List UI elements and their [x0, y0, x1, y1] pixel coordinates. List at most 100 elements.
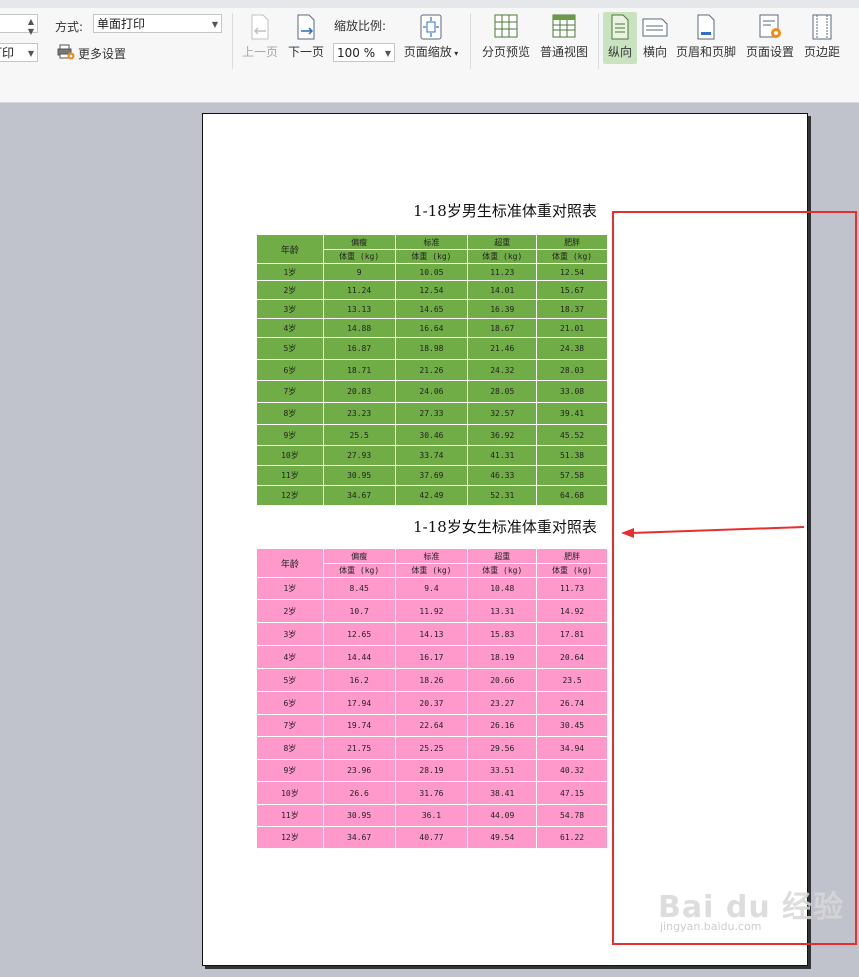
page-break-preview-button[interactable]: 分页预览: [478, 14, 534, 60]
table-row: 2岁 10.7 11.92 13.31 14.92: [256, 599, 608, 623]
weight-cell: 47.15: [536, 781, 608, 805]
weight-cell: 51.38: [536, 445, 608, 466]
unit-header-cell: 体重 (kg): [536, 249, 608, 264]
page-setup-label: 页面设置: [745, 45, 794, 59]
table-row: 11岁 30.95 37.69 46.33 57.58: [256, 465, 608, 486]
weight-cell: 32.57: [467, 402, 538, 425]
print-mode-select[interactable]: 单面打印 ▼: [93, 14, 222, 33]
unit-header-cell: 体重 (kg): [467, 249, 538, 264]
weight-cell: 34.67: [322, 485, 396, 506]
page-zoom-label: 页面缩放: [403, 45, 452, 59]
next-page-label: 下一页: [287, 45, 324, 59]
table-header-row: 年龄 偏瘦 标准 超重 肥胖: [256, 548, 608, 578]
table-row: 8岁 23.23 27.33 32.57 39.41: [256, 402, 608, 425]
ribbon-separator: [232, 13, 233, 69]
weight-cell: 12.65: [322, 622, 396, 646]
category-header-cell: 标准: [394, 548, 469, 564]
weight-cell: 16.17: [394, 645, 469, 669]
weight-cell: 22.64: [394, 714, 469, 737]
prev-page-button[interactable]: 上一页: [240, 14, 280, 60]
next-page-icon: [297, 14, 315, 40]
table-row: 9岁 23.96 28.19 33.51 40.32: [256, 759, 608, 782]
weight-cell: 28.05: [467, 380, 538, 403]
age-cell: 12岁: [256, 826, 324, 849]
table-row: 5岁 16.87 18.98 21.46 24.38: [256, 337, 608, 360]
zoom-select[interactable]: 100 % ▼: [333, 43, 395, 62]
portrait-button[interactable]: 纵向: [603, 12, 637, 64]
weight-cell: 10.05: [394, 263, 469, 281]
weight-cell: 45.52: [536, 424, 608, 446]
weight-cell: 26.74: [536, 691, 608, 715]
print-range-select[interactable]: 打印 ▼: [0, 43, 38, 62]
more-settings-label: 更多设置: [78, 47, 127, 61]
weight-cell: 18.98: [394, 337, 469, 360]
category-header-cell: 肥胖: [536, 548, 608, 564]
margins-label: 页边距: [803, 45, 840, 59]
next-page-button[interactable]: 下一页: [286, 14, 326, 60]
weight-cell: 61.22: [536, 826, 608, 849]
weight-cell: 41.31: [467, 445, 538, 466]
weight-cell: 30.95: [322, 465, 396, 486]
portrait-icon: [611, 14, 629, 40]
normal-view-button[interactable]: 普通视图: [537, 14, 591, 60]
weight-cell: 21.26: [394, 359, 469, 381]
category-header-cell: 超重: [467, 548, 538, 564]
page-zoom-dropdown-icon: ▾: [451, 49, 459, 58]
age-header-cell: 年龄: [256, 548, 324, 578]
weight-cell: 64.68: [536, 485, 608, 506]
weight-cell: 33.51: [467, 759, 538, 782]
normal-view-icon: [552, 14, 576, 38]
margins-button[interactable]: 页边距: [802, 14, 842, 60]
weight-cell: 27.93: [322, 445, 396, 466]
weight-cell: 42.49: [394, 485, 469, 506]
weight-cell: 14.44: [322, 645, 396, 669]
weight-cell: 20.64: [536, 645, 608, 669]
weight-cell: 34.67: [322, 826, 396, 849]
header-footer-button[interactable]: 页眉和页脚: [674, 14, 738, 60]
header-footer-icon: [697, 14, 715, 40]
copies-spinner[interactable]: ▲ ▼: [0, 14, 38, 36]
weight-cell: 24.32: [467, 359, 538, 381]
weight-cell: 21.46: [467, 337, 538, 360]
table-row: 6岁 17.94 20.37 23.27 26.74: [256, 691, 608, 715]
weight-cell: 10.48: [467, 577, 538, 600]
table-row: 1岁 8.45 9.4 10.48 11.73: [256, 577, 608, 600]
weight-cell: 31.76: [394, 781, 469, 805]
ribbon-separator: [598, 13, 599, 69]
table-row: 7岁 19.74 22.64 26.16 30.45: [256, 714, 608, 737]
page-zoom-button[interactable]: 页面缩放 ▾: [400, 14, 462, 60]
category-header-cell: 肥胖: [536, 234, 608, 250]
weight-cell: 38.41: [467, 781, 538, 805]
weight-cell: 20.37: [394, 691, 469, 715]
table-row: 10岁 26.6 31.76 38.41 47.15: [256, 781, 608, 805]
weight-cell: 17.94: [322, 691, 396, 715]
table-row: 9岁 25.5 30.46 36.92 45.52: [256, 424, 608, 446]
weight-cell: 27.33: [394, 402, 469, 425]
weight-cell: 15.83: [467, 622, 538, 646]
table-row: 6岁 18.71 21.26 24.32 28.03: [256, 359, 608, 381]
weight-cell: 40.32: [536, 759, 608, 782]
weight-cell: 23.96: [322, 759, 396, 782]
weight-cell: 37.69: [394, 465, 469, 486]
page-break-preview-label: 分页预览: [481, 45, 530, 59]
weight-cell: 25.25: [394, 736, 469, 760]
table-row: 10岁 27.93 33.74 41.31 51.38: [256, 445, 608, 466]
weight-cell: 11.73: [536, 577, 608, 600]
age-cell: 3岁: [256, 622, 324, 646]
prev-page-label: 上一页: [241, 45, 278, 59]
table-row: 1岁 9 10.05 11.23 12.54: [256, 263, 608, 281]
weight-cell: 28.19: [394, 759, 469, 782]
weight-cell: 16.2: [322, 668, 396, 692]
page-setup-button[interactable]: 页面设置: [743, 14, 797, 60]
table-row: 7岁 20.83 24.06 28.05 33.08: [256, 380, 608, 403]
age-cell: 7岁: [256, 714, 324, 737]
weight-cell: 33.08: [536, 380, 608, 403]
print-preview-ribbon: ▲▼ 打印 ▼ 方式: 单面打印 ▼ 更多设置 上一页 下一页 缩放: [0, 8, 859, 103]
header-footer-label: 页眉和页脚: [675, 45, 736, 59]
girls-weight-table: 年龄 偏瘦 标准 超重 肥胖 体重 (kg) 体重 (kg) 体重 (kg) 体重 (kg) 1岁…: [256, 548, 608, 849]
table-row: 12岁 34.67 40.77 49.54 61.22: [256, 826, 608, 849]
landscape-button[interactable]: 横向: [640, 14, 670, 60]
mode-label: 方式:: [55, 20, 84, 34]
weight-cell: 26.16: [467, 714, 538, 737]
weight-cell: 54.78: [536, 804, 608, 827]
